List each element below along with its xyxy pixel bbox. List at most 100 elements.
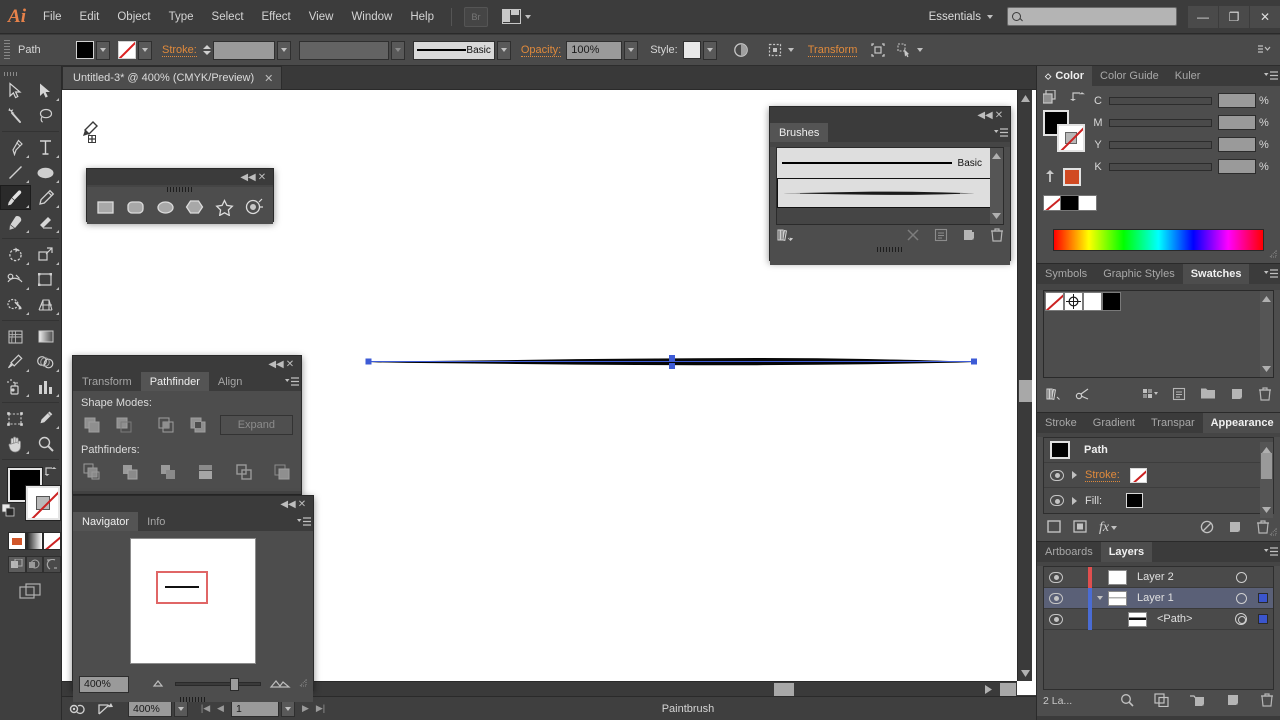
menu-help[interactable]: Help	[401, 0, 443, 34]
expand-arrow-icon[interactable]	[1072, 496, 1077, 505]
layer-row[interactable]: Layer 1	[1044, 587, 1273, 609]
first-artboard-button[interactable]: |◀	[198, 700, 213, 718]
layer-name[interactable]: Layer 1	[1137, 592, 1229, 604]
collapse-icon[interactable]: ◀◀	[240, 170, 255, 184]
channel-value-y[interactable]	[1218, 137, 1256, 152]
zoom-level-dropdown[interactable]	[174, 700, 188, 717]
remove-brush-link-icon[interactable]	[906, 228, 920, 245]
none-button[interactable]	[43, 532, 62, 550]
appearance-fill-swatch[interactable]	[1126, 493, 1144, 508]
swap-fill-stroke-icon[interactable]	[43, 464, 57, 478]
new-swatch-icon[interactable]	[1230, 387, 1244, 404]
artboard-tool[interactable]	[0, 406, 31, 431]
add-new-fill-icon[interactable]	[1073, 520, 1087, 536]
shape-builder-tool[interactable]	[0, 292, 31, 317]
channel-slider-c[interactable]	[1109, 96, 1212, 105]
workspace-switcher[interactable]: Essentials — ❐ ✕	[929, 5, 1280, 28]
close-icon[interactable]: ✕	[295, 497, 309, 511]
expand-arrow-icon[interactable]	[1072, 471, 1077, 479]
white-swatch[interactable]	[1079, 195, 1097, 211]
width-tool[interactable]	[0, 267, 31, 292]
navigator-resize-handle[interactable]	[298, 678, 307, 690]
brush-item[interactable]: Basic	[777, 148, 1003, 178]
width-profile-dropdown[interactable]	[390, 40, 405, 60]
star-tool[interactable]	[213, 196, 235, 218]
brush-dropdown-button[interactable]	[496, 40, 511, 60]
tab-symbols[interactable]: Symbols	[1037, 264, 1095, 284]
draw-normal-button[interactable]	[8, 556, 26, 573]
fill-color-swatch[interactable]	[76, 41, 94, 59]
graphic-style-swatch[interactable]	[682, 41, 701, 59]
channel-slider-m[interactable]	[1109, 118, 1212, 127]
brush-item[interactable]	[777, 178, 1003, 208]
brush-options-icon[interactable]	[934, 228, 948, 245]
show-swatch-kinds-icon[interactable]	[1142, 387, 1158, 404]
brushes-titlebar[interactable]: ◀◀ ✕	[770, 107, 1010, 123]
swatch-options-icon[interactable]	[1172, 387, 1186, 404]
layers-panel-menu[interactable]	[1262, 542, 1280, 562]
color-link-icon[interactable]	[1075, 387, 1090, 404]
artboard-number-field[interactable]: 1	[231, 700, 279, 717]
locate-object-icon[interactable]	[1120, 693, 1134, 710]
expand-button[interactable]: Expand	[219, 415, 294, 435]
add-new-effect-icon[interactable]: fx	[1099, 520, 1118, 536]
mesh-tool[interactable]	[0, 324, 31, 349]
channel-value-k[interactable]	[1218, 159, 1256, 174]
tab-transparency[interactable]: Transpar	[1143, 413, 1203, 433]
stroke-weight-label[interactable]: Stroke:	[162, 44, 197, 57]
color-spectrum-ramp[interactable]	[1053, 229, 1264, 251]
appearance-stroke-swatch[interactable]	[1129, 467, 1147, 483]
appearance-fill-label[interactable]: Fill:	[1085, 495, 1102, 507]
tab-swatches[interactable]: Swatches	[1182, 264, 1250, 284]
document-setup-icon[interactable]	[731, 40, 751, 60]
menu-file[interactable]: File	[34, 0, 71, 34]
appearance-target-row[interactable]: Path	[1044, 438, 1273, 463]
swatches-scrollbar[interactable]	[1260, 291, 1273, 377]
tab-kuler[interactable]: Kuler	[1167, 66, 1209, 86]
tab-align[interactable]: Align	[208, 372, 252, 391]
close-button[interactable]: ✕	[1250, 5, 1280, 28]
brushes-panel-grip[interactable]	[877, 247, 903, 252]
brushes-scrollbar[interactable]	[990, 148, 1003, 224]
stroke-weight-stepper[interactable]	[202, 41, 213, 60]
scale-tool[interactable]	[31, 242, 62, 267]
zoom-slider-thumb[interactable]	[230, 677, 240, 691]
scroll-up-icon[interactable]	[1262, 293, 1271, 305]
create-new-layer-icon[interactable]	[1226, 693, 1240, 710]
layer-row[interactable]: Layer 2	[1044, 566, 1273, 588]
visibility-eye-icon[interactable]	[1050, 469, 1064, 481]
line-segment-tool[interactable]	[0, 160, 31, 185]
swatch-none[interactable]	[1045, 292, 1064, 311]
align-options-icon[interactable]	[765, 40, 785, 60]
color-swatch-mode-icon[interactable]	[1042, 89, 1058, 107]
arrange-documents-button[interactable]	[502, 9, 531, 24]
stroke-color-indicator[interactable]	[26, 486, 60, 520]
paintbrush-tool[interactable]	[0, 185, 31, 210]
menu-select[interactable]: Select	[203, 0, 253, 34]
symbol-sprayer-tool[interactable]	[0, 374, 31, 399]
polygon-tool[interactable]	[184, 196, 206, 218]
intersect-button[interactable]	[155, 414, 176, 436]
lasso-tool[interactable]	[31, 103, 62, 128]
tab-brushes[interactable]: Brushes	[770, 123, 829, 142]
visibility-eye-icon[interactable]	[1050, 495, 1064, 506]
perspective-grid-tool[interactable]	[31, 292, 62, 317]
last-artboard-button[interactable]: ▶|	[313, 700, 328, 718]
menu-view[interactable]: View	[300, 0, 343, 34]
black-swatch[interactable]	[1061, 195, 1079, 211]
appearance-resize-handle[interactable]	[1268, 527, 1277, 539]
chevron-down-icon[interactable]	[787, 48, 794, 52]
type-tool[interactable]	[31, 135, 62, 160]
appearance-stroke-label[interactable]: Stroke:	[1085, 469, 1120, 482]
opacity-dropdown-button[interactable]	[624, 40, 639, 60]
new-color-group-icon[interactable]	[1200, 387, 1216, 403]
stroke-color-swatch[interactable]	[118, 41, 136, 59]
pathfinder-titlebar[interactable]: ◀◀ ✕	[73, 356, 301, 372]
fill-dropdown-button[interactable]	[96, 40, 110, 60]
menu-object[interactable]: Object	[108, 0, 159, 34]
delete-brush-icon[interactable]	[990, 227, 1004, 245]
trim-button[interactable]	[119, 461, 140, 483]
tab-color[interactable]: ⬦ Color	[1037, 66, 1093, 86]
isolate-object-icon[interactable]	[868, 40, 888, 60]
color-panel-resize-handle[interactable]	[1268, 249, 1277, 261]
